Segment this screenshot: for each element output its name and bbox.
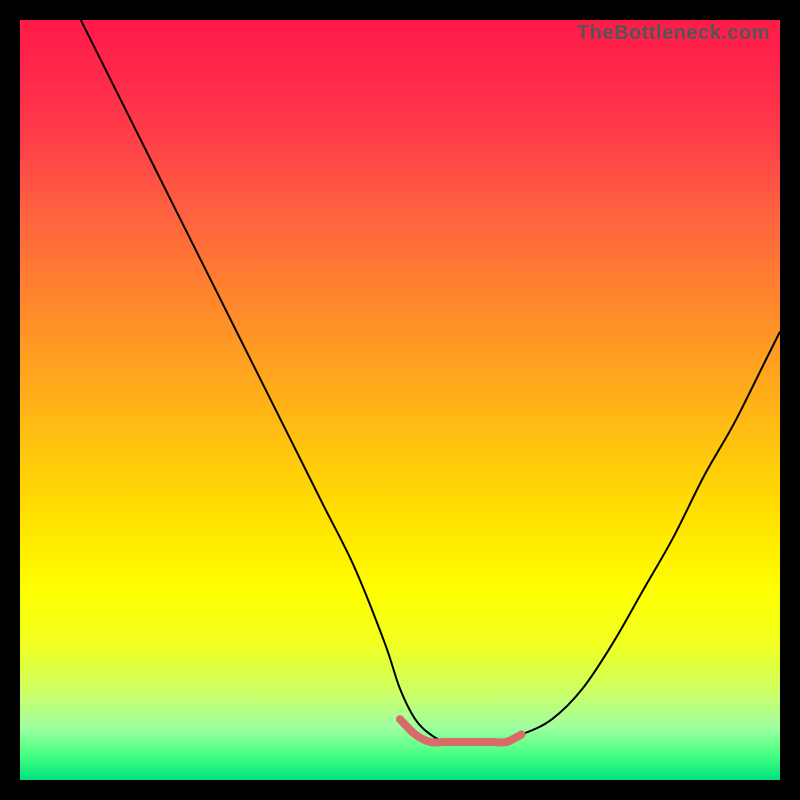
main-curve (81, 20, 780, 743)
plot-area: TheBottleneck.com (20, 20, 780, 780)
chart-container: TheBottleneck.com (0, 0, 800, 800)
curve-overlay (20, 20, 780, 780)
